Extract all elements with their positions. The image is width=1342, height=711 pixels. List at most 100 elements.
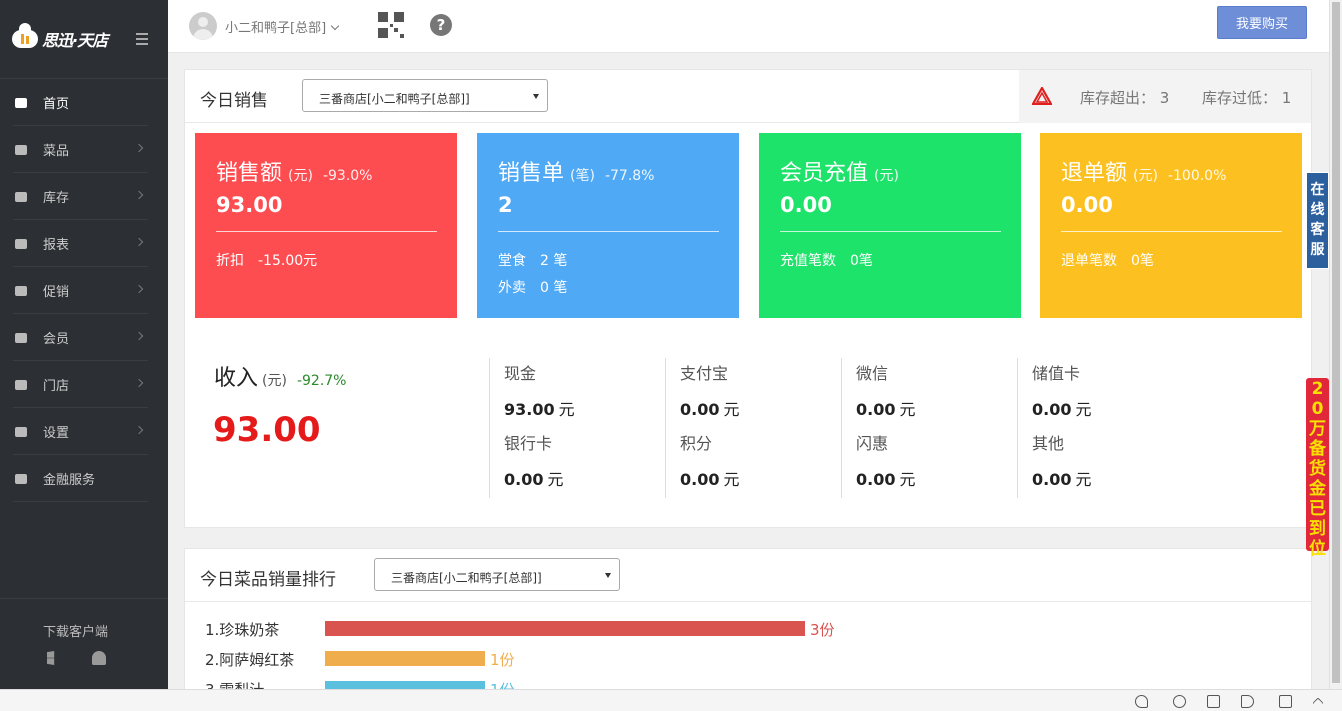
user-menu[interactable]: 小二和鸭子[总部]	[225, 17, 340, 36]
cutlery-icon	[13, 143, 29, 157]
card-change: -100.0%	[1167, 168, 1227, 184]
payment-label: 闪惠	[856, 434, 889, 453]
card-divider	[1061, 231, 1282, 232]
income-unit: (元)	[262, 373, 287, 389]
logo[interactable]: 思迅·天店	[0, 0, 168, 79]
chevron-right-icon	[134, 331, 144, 341]
sidebar-item-5[interactable]: 会员	[0, 314, 168, 361]
sidebar-item-4[interactable]: 促销	[0, 267, 168, 314]
card-title-text: 销售单	[498, 161, 565, 186]
sidebar-item-7[interactable]: 设置	[0, 408, 168, 455]
users-icon	[13, 331, 29, 345]
sidebar-item-3[interactable]: 报表	[0, 220, 168, 267]
online-service-tab[interactable]: 在线客服	[1306, 172, 1329, 269]
store-select[interactable]: 三番商店[小二和鸭子[总部]]	[302, 79, 548, 112]
ranking-header: 今日菜品销量排行 三番商店[小二和鸭子[总部]]	[185, 549, 1311, 602]
refresh-icon[interactable]	[1173, 695, 1186, 708]
payment-amount-value: 0.00	[856, 400, 896, 419]
help-icon[interactable]: ?	[430, 14, 452, 36]
payment-unit: 元	[899, 400, 916, 419]
avatar[interactable]	[189, 12, 217, 40]
trash-icon[interactable]	[1207, 695, 1220, 708]
payment-amount: 0.00 元	[1032, 466, 1092, 490]
hamburger-menu-icon[interactable]	[136, 33, 148, 45]
android-icon[interactable]	[92, 651, 106, 665]
ranking-panel: 今日菜品销量排行 三番商店[小二和鸭子[总部]] 1.珍珠奶茶 3份 2.阿萨姆红茶…	[184, 548, 1312, 699]
payment-label: 积分	[680, 434, 713, 453]
ranking-store-select[interactable]: 三番商店[小二和鸭子[总部]]	[374, 558, 620, 591]
card-unit: (元)	[1133, 168, 1158, 184]
card-title: 退单额 (元) -100.0%	[1061, 155, 1226, 187]
scrollbar[interactable]	[1329, 0, 1342, 689]
stat-card: 销售单 (笔) -77.8% 2 堂食 2 笔外卖 0 笔	[477, 133, 739, 318]
card-unit: (元)	[288, 168, 313, 184]
sidebar-item-label: 设置	[43, 426, 70, 441]
payment-unit: 元	[723, 400, 740, 419]
download-client-label: 下载客户端	[43, 625, 109, 640]
stock-low-label[interactable]: 库存过低： 1	[1202, 87, 1291, 108]
card-sub-row: 折扣 -15.00元	[216, 250, 317, 270]
sidebar-item-label: 报表	[43, 238, 70, 253]
restore-window-icon[interactable]	[1279, 695, 1292, 708]
card-change: -93.0%	[322, 168, 373, 184]
sidebar-item-0[interactable]: 首页	[0, 79, 168, 126]
volume-icon[interactable]	[1241, 695, 1254, 708]
sidebar-item-label: 首页	[43, 97, 70, 112]
chevron-right-icon	[134, 143, 144, 153]
sidebar-item-1[interactable]: 菜品	[0, 126, 168, 173]
top-bar: 小二和鸭子[总部] ? 我要购买	[168, 0, 1329, 53]
sidebar-item-8[interactable]: 金融服务	[0, 455, 168, 502]
database-icon	[13, 472, 29, 486]
payment-unit: 元	[1075, 400, 1092, 419]
username-label: 小二和鸭子[总部]	[225, 21, 327, 36]
card-sub-label: 充值笔数	[780, 253, 836, 269]
payment-unit: 元	[547, 470, 564, 489]
card-divider	[498, 231, 719, 232]
rank-bar	[325, 621, 805, 636]
qr-code-icon[interactable]	[378, 12, 404, 38]
card-title: 销售额 (元) -93.0%	[216, 155, 372, 187]
pin-icon[interactable]	[1135, 695, 1148, 708]
income-title: 收入 (元) -92.7%	[214, 360, 346, 392]
card-unit: (笔)	[570, 168, 595, 184]
payment-divider	[1017, 358, 1018, 498]
payment-amount: 0.00 元	[680, 466, 740, 490]
scrollbar-thumb[interactable]	[1332, 2, 1340, 683]
card-title-text: 退单额	[1061, 161, 1128, 186]
today-sales-panel: 今日销售 三番商店[小二和鸭子[总部]] 库存超出： 3 库存过低： 1 销售额…	[184, 69, 1312, 528]
payment-divider	[489, 358, 490, 498]
stock-over-label[interactable]: 库存超出： 3	[1080, 87, 1169, 108]
bank-icon	[13, 378, 29, 392]
warning-icon	[1032, 87, 1052, 105]
payment-amount-value: 0.00	[856, 470, 896, 489]
today-sales-header: 今日销售 三番商店[小二和鸭子[总部]] 库存超出： 3 库存过低： 1	[185, 70, 1311, 123]
stock-alert: 库存超出： 3 库存过低： 1	[1019, 70, 1311, 123]
payment-amount-value: 93.00	[504, 400, 555, 419]
chevron-up-icon[interactable]	[1312, 697, 1324, 709]
payment-label: 其他	[1032, 434, 1065, 453]
payment-label: 银行卡	[504, 434, 553, 453]
cubes-icon	[13, 190, 29, 204]
sidebar-item-label: 门店	[43, 379, 70, 394]
payment-amount-value: 0.00	[1032, 400, 1072, 419]
chevron-right-icon	[134, 190, 144, 200]
payment-divider	[841, 358, 842, 498]
card-sub-value: 2 笔	[540, 253, 568, 269]
sidebar-item-label: 菜品	[43, 144, 70, 159]
home-icon	[13, 96, 29, 110]
buy-button[interactable]: 我要购买	[1217, 6, 1307, 39]
payment-divider	[665, 358, 666, 498]
payment-amount-value: 0.00	[680, 400, 720, 419]
sidebar-item-label: 会员	[43, 332, 70, 347]
stat-card: 退单额 (元) -100.0% 0.00 退单笔数 0笔	[1040, 133, 1302, 318]
card-sub-row: 堂食 2 笔	[498, 250, 567, 270]
sidebar-item-label: 促销	[43, 285, 70, 300]
sidebar-item-2[interactable]: 库存	[0, 173, 168, 220]
promo-banner[interactable]: 20万备货金已到位	[1306, 378, 1329, 559]
payment-amount-value: 0.00	[504, 470, 544, 489]
chevron-right-icon	[134, 237, 144, 247]
payment-unit: 元	[1075, 470, 1092, 489]
sidebar-item-6[interactable]: 门店	[0, 361, 168, 408]
card-sub-label: 折扣	[216, 253, 244, 269]
chevron-right-icon	[134, 284, 144, 294]
